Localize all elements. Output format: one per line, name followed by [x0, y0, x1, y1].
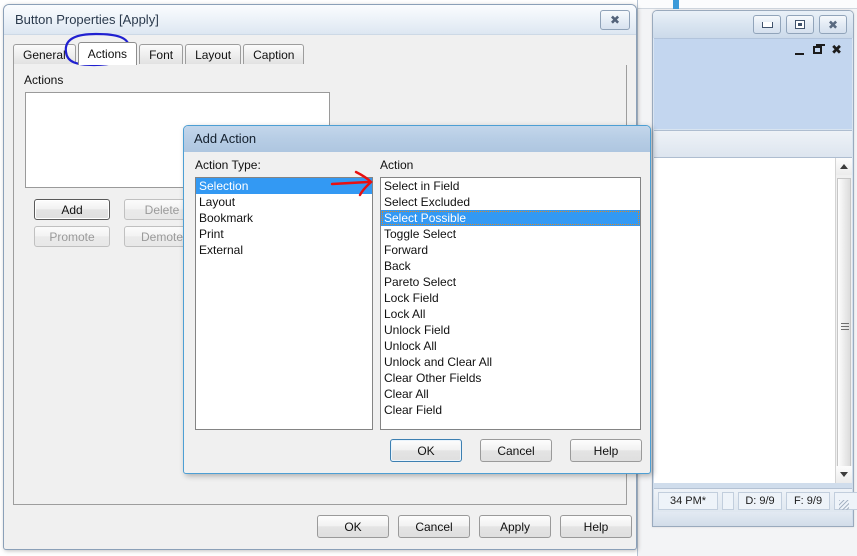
ok-button-label: OK: [417, 443, 435, 458]
action-item[interactable]: Lock Field: [381, 290, 640, 306]
maximize-button[interactable]: [786, 15, 814, 34]
status-bar: 34 PM* D: 9/9 F: 9/9: [654, 488, 857, 512]
tab-caption[interactable]: Caption: [243, 44, 305, 65]
tab-label: Caption: [253, 48, 295, 62]
dialog-footer: OK Cancel Apply Help: [4, 505, 636, 549]
resize-grip-icon[interactable]: [839, 500, 849, 510]
scroll-down-icon: [840, 472, 848, 477]
apply-button-label: Apply: [499, 519, 531, 534]
action-item[interactable]: Select in Field: [381, 178, 640, 194]
promote-button-label: Promote: [49, 229, 95, 244]
mdi-toolbar: [654, 130, 852, 158]
background-top-strip: [638, 0, 857, 9]
action-item[interactable]: Clear Field: [381, 402, 640, 418]
ok-button[interactable]: OK: [317, 515, 389, 538]
action-type-item[interactable]: Layout: [196, 194, 372, 210]
tab-layout[interactable]: Layout: [185, 44, 242, 65]
vertical-scrollbar[interactable]: [835, 158, 852, 483]
scrollbar-grip-icon: [841, 323, 849, 330]
action-item[interactable]: Select Possible: [381, 210, 640, 226]
help-button[interactable]: Help: [560, 515, 632, 538]
action-type-label: Action Type:: [195, 158, 261, 172]
tab-actions[interactable]: Actions: [77, 42, 138, 65]
scrollbar-thumb[interactable]: [837, 178, 851, 478]
action-item[interactable]: Select Excluded: [381, 194, 640, 210]
minimize-icon[interactable]: [795, 53, 805, 55]
action-item[interactable]: Clear All: [381, 386, 640, 402]
tab-label: Actions: [87, 47, 128, 61]
tab-label: General: [23, 48, 66, 62]
tabstrip: General Actions Font Layout Caption: [13, 42, 627, 65]
help-button-label: Help: [593, 443, 619, 458]
status-cell-blank-1: [722, 491, 734, 510]
scroll-down-button[interactable]: [836, 466, 852, 483]
actions-group-label: Actions: [24, 73, 64, 87]
minimize-button[interactable]: [753, 15, 781, 34]
dialog-title: Button Properties [Apply]: [15, 12, 159, 27]
cancel-button-label: Cancel: [497, 443, 535, 458]
mdi-child-control-buttons: ✖: [795, 44, 842, 57]
action-type-item[interactable]: Bookmark: [196, 210, 372, 226]
ok-button-label: OK: [344, 519, 362, 534]
action-item[interactable]: Unlock and Clear All: [381, 354, 640, 370]
action-item[interactable]: Lock All: [381, 306, 640, 322]
add-action-cancel-button[interactable]: Cancel: [480, 439, 552, 462]
action-type-item[interactable]: External: [196, 242, 372, 258]
tab-label: Font: [149, 48, 174, 62]
cancel-button[interactable]: Cancel: [398, 515, 470, 538]
status-cell-fields: F: 9/9: [786, 491, 830, 510]
add-button-label: Add: [61, 202, 83, 217]
restore-icon[interactable]: [813, 44, 826, 54]
promote-button: Promote: [34, 226, 110, 247]
tab-general[interactable]: General: [13, 44, 76, 65]
action-item[interactable]: Clear Other Fields: [381, 370, 640, 386]
cancel-button-label: Cancel: [415, 519, 453, 534]
action-item[interactable]: Forward: [381, 242, 640, 258]
add-action-help-button[interactable]: Help: [570, 439, 642, 462]
action-item[interactable]: Back: [381, 258, 640, 274]
minimize-icon: [761, 21, 773, 28]
mdi-window-frame: ✖ ✖ 34 PM* D: 9/9 F: 9/9: [652, 10, 857, 527]
document-tab-marker[interactable]: [673, 0, 679, 9]
mdi-bottom-strip: [654, 512, 852, 526]
close-icon[interactable]: ✖: [831, 44, 842, 57]
status-cell-time: 34 PM*: [658, 491, 718, 510]
mdi-sheet-header: ✖: [654, 38, 852, 129]
help-button-label: Help: [583, 519, 609, 534]
add-action-ok-button[interactable]: OK: [390, 439, 462, 462]
mdi-sheet-canvas: [654, 158, 852, 483]
add-action-dialog: Add Action Action Type: Action Selection…: [183, 125, 651, 474]
action-label: Action: [380, 158, 414, 172]
action-item[interactable]: Unlock All: [381, 338, 640, 354]
status-cell-documents: D: 9/9: [738, 491, 782, 510]
add-action-footer: OK Cancel Help: [184, 428, 650, 473]
action-item[interactable]: Pareto Select: [381, 274, 640, 290]
window-control-buttons: ✖: [753, 15, 847, 34]
tab-label: Layout: [195, 48, 232, 62]
action-listbox[interactable]: Select in Field Select Excluded Select Pos…: [380, 177, 641, 430]
close-button[interactable]: ✖: [819, 15, 847, 34]
action-item[interactable]: Toggle Select: [381, 226, 640, 242]
action-type-item[interactable]: Print: [196, 226, 372, 242]
apply-button[interactable]: Apply: [479, 515, 551, 538]
scroll-up-button[interactable]: [836, 158, 852, 175]
add-action-titlebar: Add Action: [184, 126, 650, 152]
action-item[interactable]: Unlock Field: [381, 322, 640, 338]
dialog-titlebar: Button Properties [Apply] ✖: [4, 5, 636, 35]
mdi-titlebar: ✖: [653, 11, 853, 38]
action-type-item[interactable]: Selection: [196, 178, 372, 194]
close-icon: ✖: [609, 13, 621, 27]
add-action-title: Add Action: [194, 131, 257, 146]
screen: ✖ ✖ 34 PM* D: 9/9 F: 9/9 Button Properti…: [0, 0, 857, 556]
action-type-listbox[interactable]: Selection Layout Bookmark Print External: [195, 177, 373, 430]
scroll-up-icon: [840, 164, 848, 169]
dialog-close-button[interactable]: ✖: [600, 10, 630, 30]
tab-font[interactable]: Font: [139, 44, 184, 65]
demote-button-label: Demote: [140, 229, 184, 244]
maximize-icon: [795, 20, 805, 29]
close-icon: ✖: [827, 17, 839, 32]
delete-button-label: Delete: [144, 202, 180, 217]
add-button[interactable]: Add: [34, 199, 110, 220]
background-application-window: ✖ ✖ 34 PM* D: 9/9 F: 9/9: [637, 0, 857, 556]
